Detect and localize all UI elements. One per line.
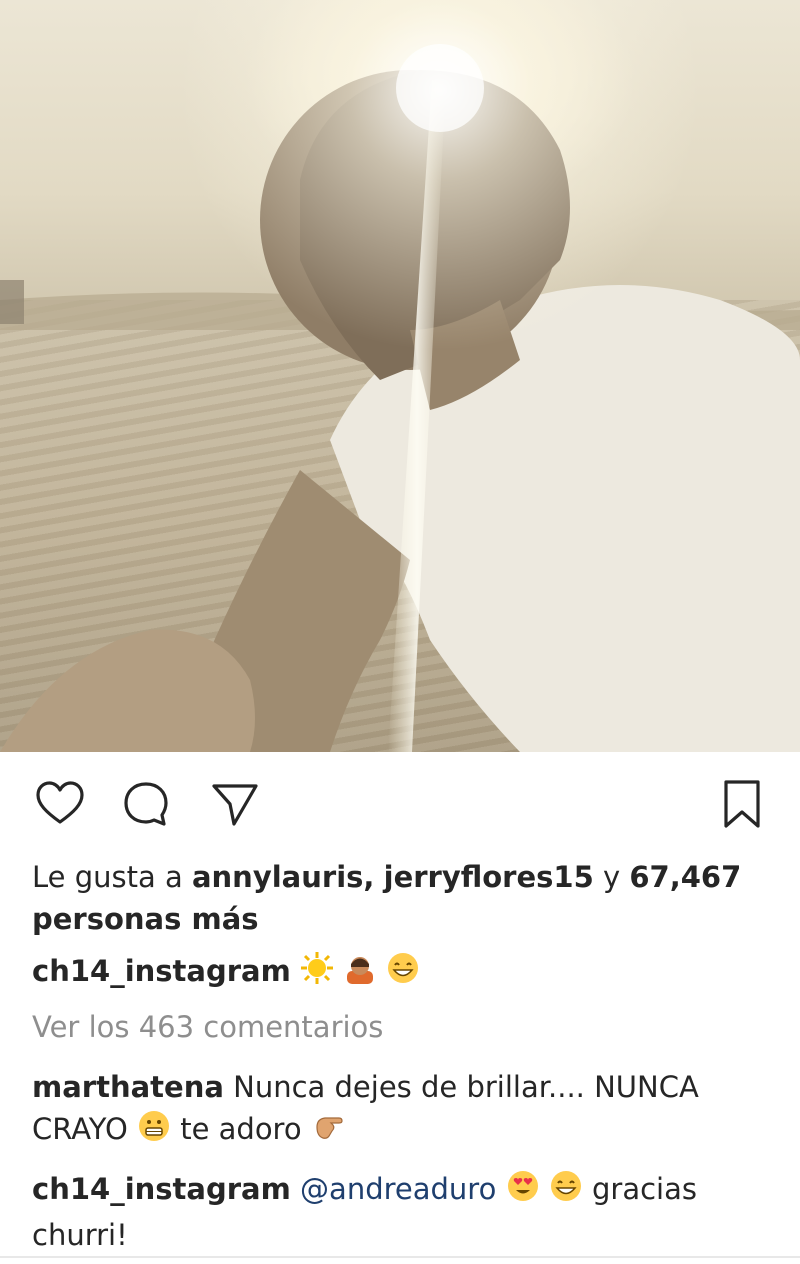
comment-text: Nunca dejes de brillar.... NUNCA xyxy=(233,1070,699,1104)
comment-username[interactable]: marthatena xyxy=(32,1070,224,1104)
comment-text: gracias xyxy=(591,1172,697,1206)
likes-connector: y xyxy=(602,860,621,894)
person-bowing-emoji-icon xyxy=(343,951,377,996)
grinning-face-emoji-icon xyxy=(549,1169,583,1214)
photo-subject xyxy=(0,0,800,752)
likes-prefix: Le gusta a xyxy=(32,860,183,894)
comment-text: te adoro xyxy=(180,1112,302,1146)
bottom-divider xyxy=(0,1256,800,1258)
comment-text: churri! xyxy=(32,1217,128,1252)
post-caption: ch14_instagram xyxy=(32,950,772,996)
view-all-comments-link[interactable]: Ver los 463 comentarios xyxy=(32,1006,772,1048)
grinning-face-emoji-icon xyxy=(386,951,420,996)
liker-link[interactable]: jerryflores15 xyxy=(384,860,594,894)
pointing-hand-emoji-icon xyxy=(311,1109,345,1154)
bookmark-icon[interactable] xyxy=(716,778,768,830)
comment-text: CRAYO xyxy=(32,1112,128,1146)
author-username[interactable]: ch14_instagram xyxy=(32,954,291,988)
paper-plane-icon[interactable] xyxy=(208,778,260,830)
liker-link[interactable]: annylauris, xyxy=(192,860,374,894)
heart-icon[interactable] xyxy=(34,778,86,830)
likes-summary[interactable]: Le gusta a annylauris, jerryflores15 y 6… xyxy=(32,856,772,940)
comment-mention[interactable]: @andreaduro xyxy=(300,1172,496,1206)
comment-item: ch14_instagram @andreaduro gracias churr… xyxy=(32,1168,772,1256)
post-image[interactable] xyxy=(0,0,800,752)
likes-suffix[interactable]: personas más xyxy=(32,902,259,936)
comment-icon[interactable] xyxy=(120,778,172,830)
grimacing-face-emoji-icon xyxy=(137,1109,171,1154)
heart-eyes-face-emoji-icon xyxy=(506,1169,540,1214)
sun-emoji-icon xyxy=(300,951,334,996)
likes-count[interactable]: 67,467 xyxy=(629,860,741,894)
comment-username[interactable]: ch14_instagram xyxy=(32,1172,291,1206)
comment-item: marthatena Nunca dejes de brillar.... NU… xyxy=(32,1066,772,1154)
